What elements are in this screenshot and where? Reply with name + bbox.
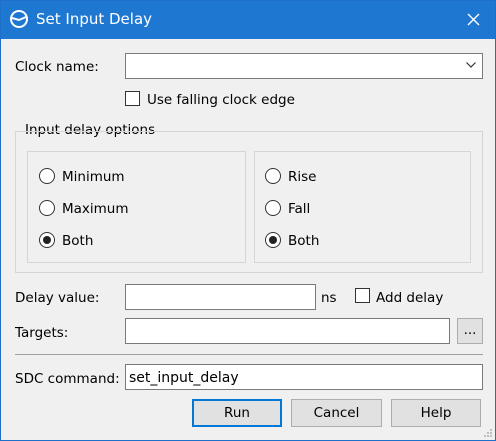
radio-fall[interactable] [265,200,281,216]
sdc-command-field[interactable]: set_input_delay [125,364,483,390]
close-icon [467,13,480,26]
sdc-command-text: set_input_delay [129,370,239,386]
set-input-delay-dialog: Set Input Delay Clock name: Use falling … [0,0,496,441]
title-bar[interactable]: Set Input Delay [1,1,495,39]
sdc-command-label: SDC command: [15,371,120,387]
radio-fall-label: Fall [288,201,311,217]
delay-value-label: Delay value: [15,290,100,306]
add-delay-label: Add delay [376,290,444,306]
window-title: Set Input Delay [36,10,153,28]
add-delay-checkbox[interactable] [355,288,370,303]
minmax-group [27,151,246,263]
browse-targets-button[interactable]: ... [457,318,483,344]
radio-risefall-both-label: Both [288,233,320,249]
radio-minimum-label: Minimum [62,169,125,185]
radio-minimum[interactable] [39,168,55,184]
radio-maximum[interactable] [39,200,55,216]
falling-edge-label: Use falling clock edge [147,92,295,108]
falling-edge-checkbox[interactable] [125,91,140,106]
targets-label: Targets: [15,325,69,341]
radio-minmax-both-label: Both [62,233,94,249]
close-button[interactable] [457,3,491,37]
cancel-button[interactable]: Cancel [291,399,382,427]
resize-grip-icon[interactable] [483,428,493,438]
delay-value-input[interactable] [125,284,316,310]
radio-risefall-both[interactable] [265,232,281,248]
help-button[interactable]: Help [391,399,481,427]
radio-maximum-label: Maximum [62,201,129,217]
clock-name-combobox[interactable] [125,53,483,79]
radio-rise[interactable] [265,168,281,184]
radio-minmax-both[interactable] [39,232,55,248]
risefall-group [254,151,471,263]
targets-input[interactable] [125,318,450,344]
run-button[interactable]: Run [192,399,282,427]
chevron-down-icon[interactable] [466,62,476,68]
radio-rise-label: Rise [288,169,317,185]
clock-name-label: Clock name: [15,59,99,75]
separator [15,354,483,355]
delay-unit-label: ns [321,290,337,306]
timing-app-icon [10,10,28,28]
